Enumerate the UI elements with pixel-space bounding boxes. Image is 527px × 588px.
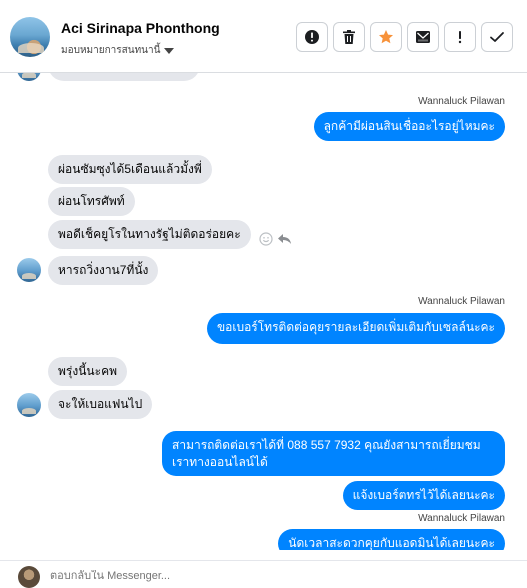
assign-conversation-dropdown[interactable]: มอบหมายการสนทนานี้ [61, 43, 175, 58]
caret-down-icon [164, 47, 175, 54]
reply-input[interactable] [50, 570, 350, 582]
contact-name[interactable]: Aci Sirinapa Phonthong [61, 20, 220, 36]
message-bubble-outgoing[interactable]: สามารถติดต่อเราได้ที่ 088 557 7932 คุณยั… [162, 431, 505, 476]
message-bubble-incoming[interactable]: ผ่อนซัมซุงได้5เดือนแล้วมั้งพี่ [48, 155, 212, 184]
message-bubble-incoming[interactable]: พอดีเช็คยูโรในทางรัฐไม่ติดอร่อยคะ [48, 220, 251, 249]
message-bubble-partial [48, 73, 200, 81]
message-line: เราทางออนไลน์ได้ [172, 455, 268, 469]
contact-avatar-small [17, 258, 41, 282]
message-line: สามารถติดต่อเราได้ที่ 088 557 7932 คุณยั… [172, 438, 481, 452]
page-avatar [18, 566, 40, 588]
message-bubble-outgoing[interactable]: ขอเบอร์โทรติดต่อคุยรายละเอียดเพิ่มเติมกั… [206, 313, 505, 344]
message-bubble-outgoing[interactable]: นัดเวลาสะดวกคุยกับแอดมินได้เลยนะคะ [278, 529, 505, 550]
check-icon [490, 32, 504, 42]
sender-name: Wannaluck Pilawan [418, 513, 505, 524]
message-bubble-outgoing[interactable]: แจ้งเบอร์ตทรไว้ได้เลยนะคะ [342, 481, 505, 510]
exclamation-icon [458, 31, 462, 44]
message-bubble-incoming[interactable]: ผ่อนโทรศัพท์ [48, 187, 135, 216]
mark-spam-button[interactable] [296, 22, 328, 52]
contact-avatar[interactable] [10, 17, 50, 57]
star-icon [379, 30, 393, 44]
message-bubble-incoming[interactable]: จะให้เบอแฟนไป [48, 390, 153, 419]
mark-done-button[interactable] [481, 22, 513, 52]
sender-name: Wannaluck Pilawan [418, 296, 505, 307]
delete-button[interactable] [333, 22, 365, 52]
conversation-toolbar [296, 22, 513, 52]
reply-icon[interactable] [277, 233, 292, 245]
star-button[interactable] [370, 22, 402, 52]
exclamation-circle-icon [305, 30, 319, 44]
assign-label: มอบหมายการสนทนานี้ [61, 45, 161, 56]
contact-avatar-small [17, 393, 41, 417]
message-bubble-incoming[interactable]: พรุ่งนี้นะคพ [48, 357, 128, 386]
message-thread[interactable]: Wannaluck Pilawan ลูกค้ามีผ่อนสินเชื่ออะ… [0, 73, 527, 550]
conversation-header: Aci Sirinapa Phonthong มอบหมายการสนทนานี… [0, 0, 527, 73]
message-actions [259, 232, 292, 246]
trash-icon [343, 30, 355, 44]
mark-unread-button[interactable] [407, 22, 439, 52]
follow-up-button[interactable] [444, 22, 476, 52]
sender-name: Wannaluck Pilawan [418, 96, 505, 107]
message-bubble-outgoing[interactable]: ลูกค้ามีผ่อนสินเชื่ออะไรอยู่ไหมคะ [313, 112, 505, 141]
smiley-icon[interactable] [259, 232, 273, 246]
contact-avatar-small [17, 73, 41, 81]
envelope-icon [416, 31, 430, 43]
message-bubble-incoming[interactable]: หารถวิ่งงาน7ที่นั้ง [48, 256, 159, 285]
